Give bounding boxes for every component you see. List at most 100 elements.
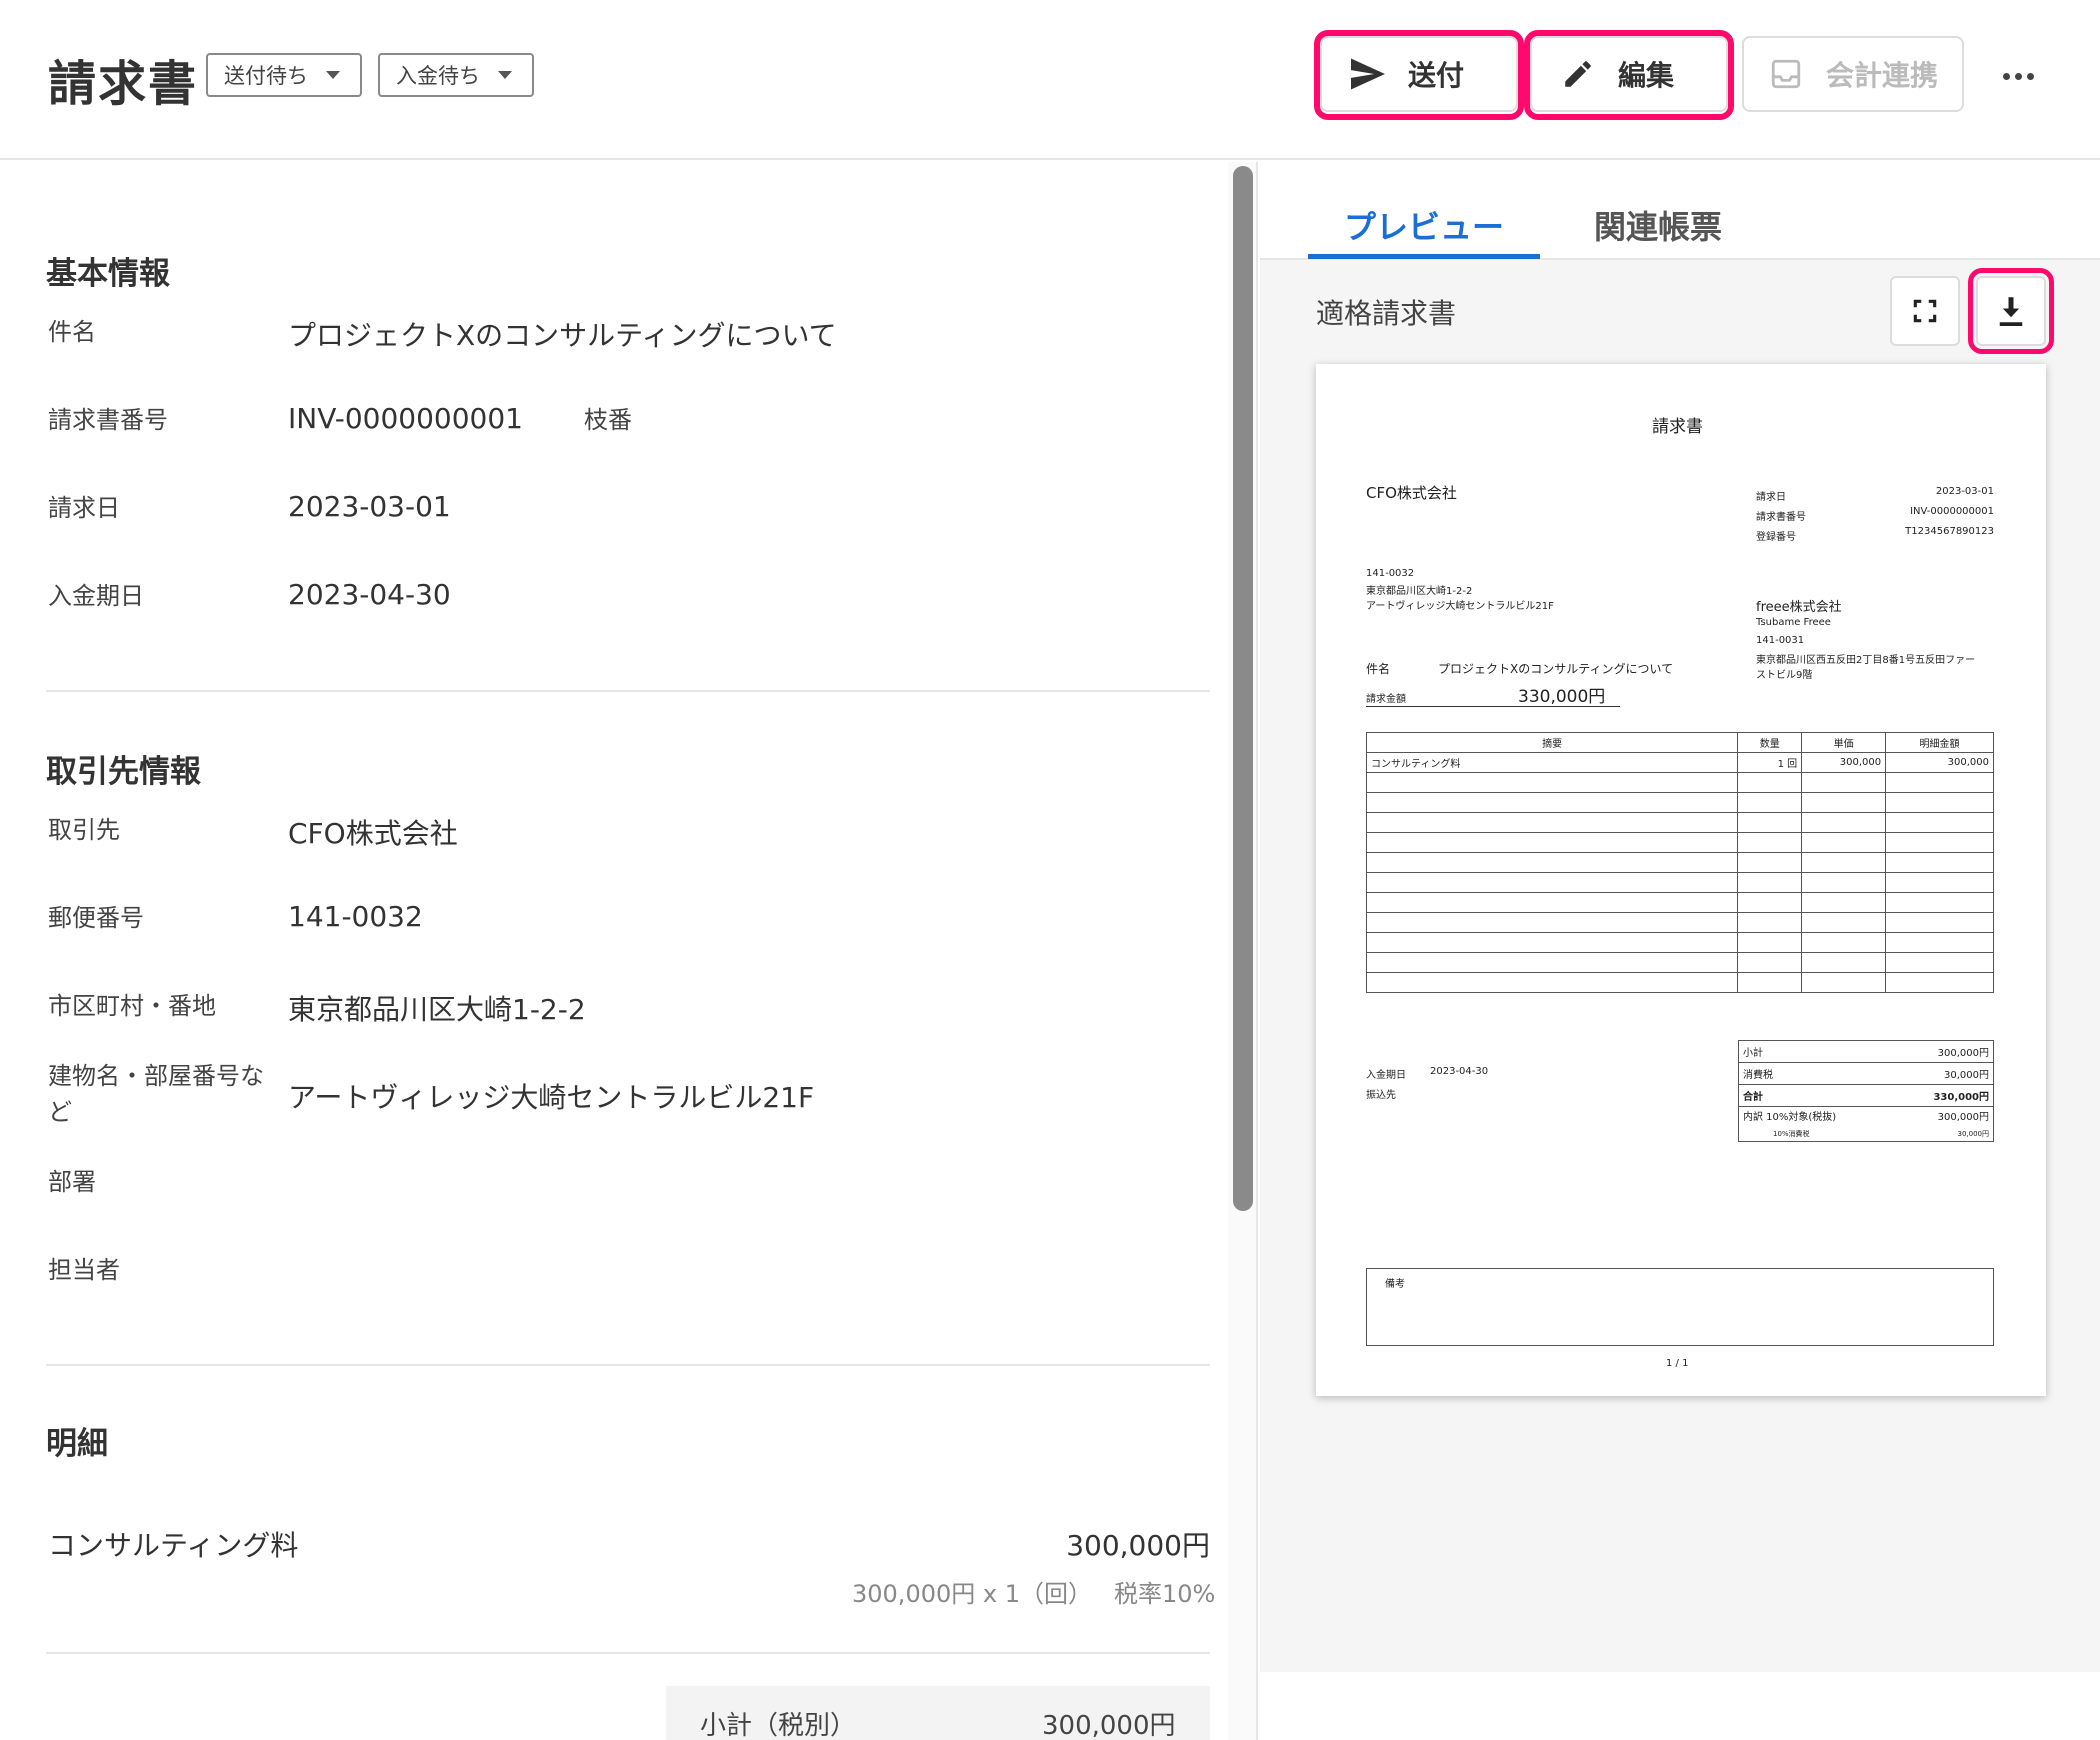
doc-amount-label: 請求金額 (1366, 694, 1406, 705)
tab-related-documents[interactable]: 関連帳票 (1594, 202, 1722, 248)
doc-remarks-box: 備考 (1366, 1268, 1994, 1346)
table-row (1365, 952, 1994, 973)
doc-totals-box: 小計 300,000円 消費税 30,000円 合計 330,000円 内訳 1… (1738, 1040, 1994, 1142)
payment-status-dropdown[interactable]: 入金待ち (378, 53, 534, 97)
doc-issuer-name: freee株式会社 (1756, 600, 1842, 615)
partner-name-label: 取引先 (48, 816, 120, 844)
table-row (1365, 832, 1994, 853)
doc-remarks-label: 備考 (1385, 1279, 1405, 1290)
active-tab-indicator (1308, 254, 1540, 259)
doc-col-quantity: 数量 (1737, 732, 1803, 753)
doc-issuer-address2: ストビル9階 (1756, 670, 1813, 681)
doc-meta-registration-value: T1234567890123 (1905, 526, 1994, 537)
doc-meta-date-label: 請求日 (1756, 492, 1786, 503)
building-label-line1: 建物名・部屋番号な (48, 1062, 264, 1090)
pencil-icon (1558, 54, 1598, 94)
doc-row-quantity: 1 回 (1737, 752, 1803, 773)
table-row (1365, 772, 1994, 793)
zip-value: 141-0032 (288, 900, 423, 933)
doc-row-description: コンサルティング料 (1365, 752, 1739, 773)
zip-label: 郵便番号 (48, 904, 144, 932)
invoice-date-label: 請求日 (48, 494, 120, 522)
send-status-label: 送付待ち (224, 64, 308, 88)
invoice-detail-panel: 基本情報 件名 プロジェクトXのコンサルティングについて 請求書番号 INV-0… (0, 162, 1228, 1740)
download-button[interactable] (1976, 276, 2046, 346)
building-label-line2: ど (48, 1098, 72, 1126)
subject-label: 件名 (48, 318, 96, 346)
more-options-icon[interactable] (1998, 56, 2038, 96)
doc-client-zip: 141-0032 (1366, 568, 1415, 579)
line-item-name: コンサルティング料 (48, 1529, 299, 1562)
line-item-amount: 300,000円 (1066, 1529, 1210, 1562)
subtotal-value: 300,000円 (1042, 1711, 1176, 1740)
chevron-down-icon (326, 71, 340, 79)
page-title: 請求書 (48, 56, 199, 112)
doc-meta-number-value: INV-0000000001 (1910, 506, 1994, 517)
doc-due-label: 入金期日 (1366, 1070, 1406, 1081)
left-panel-scrollbar[interactable] (1228, 162, 1258, 1740)
due-date-value: 2023-04-30 (288, 578, 451, 611)
table-row: コンサルティング料 1 回 300,000 300,000 (1365, 752, 1994, 773)
doc-total-value: 330,000円 (1933, 1092, 1989, 1103)
fullscreen-button[interactable] (1890, 276, 1960, 346)
subtotal-box: 小計（税別） 300,000円 (666, 1686, 1210, 1740)
doc-title: 請求書 (1652, 417, 1703, 437)
fullscreen-icon (1913, 299, 1937, 323)
doc-subject-value: プロジェクトXのコンサルティングについて (1438, 662, 1674, 676)
doc-subject-label: 件名 (1366, 662, 1391, 676)
partner-info-title: 取引先情報 (46, 754, 201, 790)
doc-breakdown-tax-label: 10%消費税 (1773, 1130, 1810, 1138)
doc-breakdown-value: 300,000円 (1937, 1112, 1989, 1123)
chevron-down-icon (498, 71, 512, 79)
send-icon (1348, 54, 1388, 94)
accounting-link-button[interactable]: 会計連携 (1742, 36, 1964, 112)
doc-subtotal-label: 小計 (1743, 1048, 1763, 1059)
department-label: 部署 (48, 1168, 96, 1196)
partner-name-value: CFO株式会社 (288, 817, 458, 850)
branch-number-label: 枝番 (584, 406, 632, 434)
doc-col-unit-price: 単価 (1801, 732, 1887, 753)
invoice-number-value: INV-0000000001 (288, 402, 523, 435)
doc-tax-label: 消費税 (1743, 1070, 1773, 1081)
doc-subtotal-row: 小計 300,000円 (1739, 1041, 1993, 1063)
send-status-dropdown[interactable]: 送付待ち (206, 53, 362, 97)
download-icon (1999, 297, 2023, 326)
section-divider (46, 1364, 1210, 1366)
doc-meta-number-label: 請求書番号 (1756, 512, 1806, 523)
table-row (1365, 812, 1994, 833)
due-date-label: 入金期日 (48, 582, 144, 610)
doc-due-value: 2023-04-30 (1430, 1066, 1489, 1077)
contact-person-label: 担当者 (48, 1256, 120, 1284)
doc-line-items-table: 摘要 数量 単価 明細金額 コンサルティング料 1 回 300,000 300,… (1365, 732, 1994, 993)
preview-panel-footer (1260, 1672, 2100, 1740)
invoice-number-label: 請求書番号 (48, 406, 168, 434)
doc-bank-label: 振込先 (1366, 1090, 1396, 1101)
section-divider (46, 1652, 1210, 1654)
document-type-label: 適格請求書 (1316, 297, 1457, 330)
doc-issuer-person: Tsubame Freee (1756, 617, 1831, 628)
table-row (1365, 912, 1994, 933)
line-item-breakdown: 300,000円 x 1（回） (852, 1580, 1092, 1608)
subject-value: プロジェクトXのコンサルティングについて (288, 319, 837, 352)
doc-total-row: 合計 330,000円 (1739, 1085, 1993, 1107)
city-value: 東京都品川区大崎1-2-2 (288, 993, 586, 1026)
tab-preview[interactable]: プレビュー (1344, 202, 1504, 248)
preview-panel: プレビュー 関連帳票 適格請求書 請求書 CFO株式会社 請求日 2023-03… (1260, 162, 2100, 1672)
doc-meta-date-value: 2023-03-01 (1935, 486, 1994, 497)
doc-page-number: 1 / 1 (1666, 1358, 1689, 1369)
doc-subtotal-value: 300,000円 (1937, 1048, 1989, 1059)
subtotal-label: 小計（税別） (700, 1711, 857, 1740)
edit-button-label: 編集 (1618, 59, 1675, 92)
doc-client-address2: アートヴィレッジ大崎セントラルビル21F (1366, 601, 1554, 612)
table-row (1365, 792, 1994, 813)
table-row (1365, 892, 1994, 913)
edit-button[interactable]: 編集 (1530, 36, 1728, 112)
accounting-link-label: 会計連携 (1826, 59, 1939, 92)
doc-amount-value: 330,000円 (1518, 687, 1606, 707)
scrollbar-thumb[interactable] (1233, 166, 1253, 1211)
send-button[interactable]: 送付 (1320, 36, 1518, 112)
doc-breakdown-label: 内訳 10%対象(税抜) (1743, 1112, 1837, 1123)
doc-client-address1: 東京都品川区大崎1-2-2 (1366, 586, 1473, 597)
doc-meta-registration-label: 登録番号 (1756, 532, 1796, 543)
doc-client-name: CFO株式会社 (1366, 484, 1457, 502)
